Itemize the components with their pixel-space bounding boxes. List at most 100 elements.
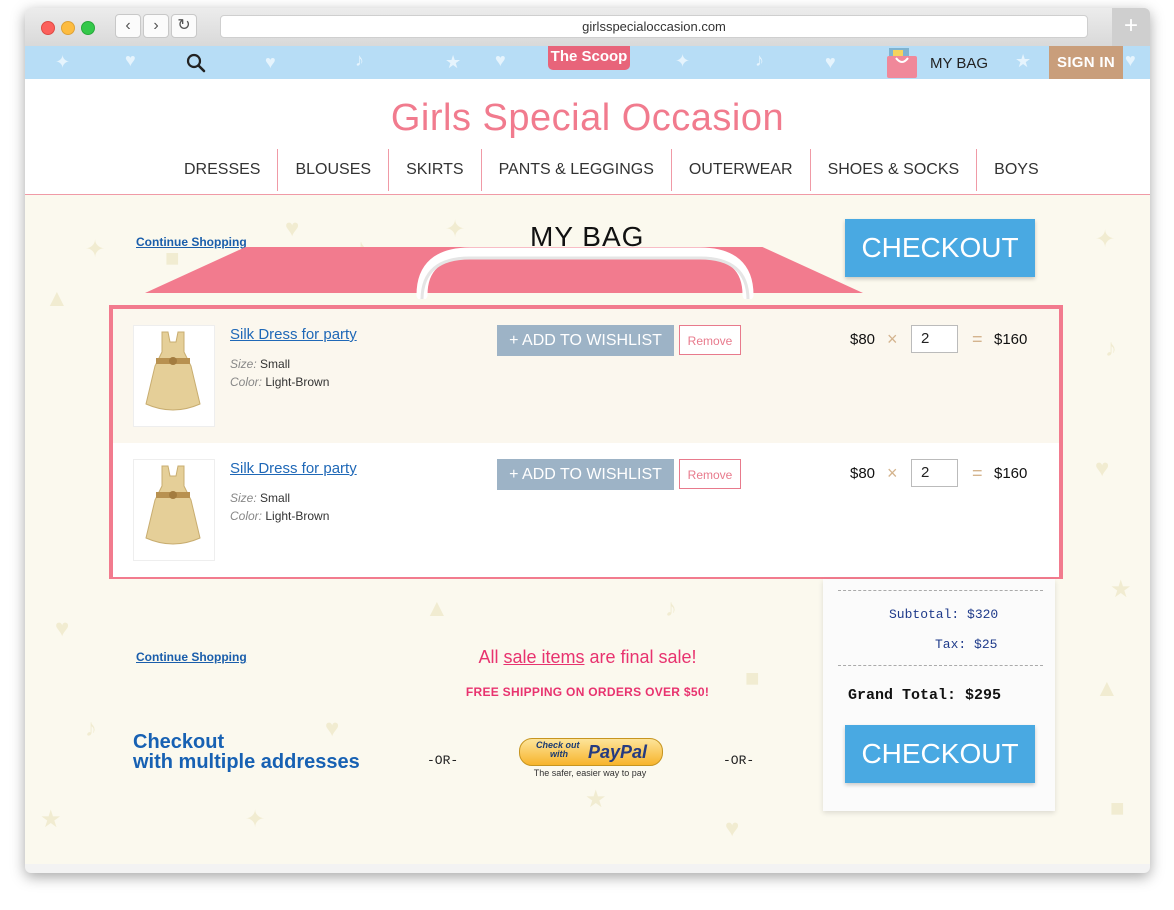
product-size: Size: Small [230, 491, 290, 505]
product-thumbnail[interactable] [133, 459, 215, 561]
dress-image-icon [145, 331, 201, 411]
site-logo[interactable]: Girls Special Occasion [25, 97, 1150, 140]
grand-total-label: Grand Total: [848, 687, 957, 704]
reload-icon[interactable]: ↻ [171, 14, 197, 38]
address-bar[interactable]: girlsspecialoccasion.com [220, 15, 1088, 38]
bag-handle-icon [416, 247, 754, 299]
tree-decoration-icon: ▲ [425, 595, 449, 622]
close-window-button[interactable] [41, 21, 55, 35]
checkout-button-top[interactable]: CHECKOUT [845, 219, 1035, 277]
confetti-decoration-icon: ✦ [245, 806, 266, 833]
paypal-pill: Check out with PayPal [519, 738, 663, 766]
paypal-tagline: The safer, easier way to pay [533, 768, 647, 778]
note-decoration-icon: ♪ [1105, 335, 1117, 362]
tax-row: Tax: $25 [935, 637, 997, 652]
remove-button[interactable]: Remove [679, 325, 741, 355]
sale-suffix: are final sale! [584, 647, 697, 667]
quantity-input[interactable]: 2 [911, 325, 958, 353]
nav-item-boys[interactable]: BOYS [976, 149, 1055, 191]
note-decoration-icon: ♪ [755, 50, 764, 70]
confetti-decoration-icon: ✦ [55, 52, 71, 72]
size-value: Small [260, 357, 291, 371]
shopping-bag-icon[interactable] [885, 48, 919, 78]
multiply-icon: × [887, 463, 898, 483]
equals-icon: = [972, 463, 983, 483]
order-summary-receipt: Subtotal: $320 Tax: $25 Grand Total: $29… [823, 579, 1055, 811]
the-scoop-link[interactable]: The Scoop [548, 46, 630, 70]
star-decoration-icon: ★ [1015, 51, 1032, 71]
back-icon[interactable]: ‹ [115, 14, 141, 38]
product-name-link[interactable]: Silk Dress for party [230, 460, 357, 477]
star-decoration-icon: ★ [40, 806, 62, 833]
star-decoration-icon: ★ [1110, 576, 1132, 603]
checkout-button-bottom[interactable]: CHECKOUT [845, 725, 1035, 783]
color-label: Color: [230, 375, 263, 389]
confetti-decoration-icon: ✦ [675, 51, 691, 71]
nav-item-pants-leggings[interactable]: PANTS & LEGGINGS [480, 149, 671, 191]
product-thumbnail[interactable] [133, 325, 215, 427]
search-icon[interactable] [186, 53, 206, 73]
product-name-link[interactable]: Silk Dress for party [230, 326, 357, 343]
cart-item-row: Silk Dress for party Size: Small Color: … [113, 443, 1059, 577]
main-navigation: DRESSES BLOUSES SKIRTS PANTS & LEGGINGS … [167, 149, 1056, 191]
receipt-divider [838, 590, 1043, 591]
star-decoration-icon: ★ [445, 52, 462, 72]
confetti-decoration-icon: ✦ [1095, 226, 1116, 253]
multiply-icon: × [887, 329, 898, 349]
site-header: Girls Special Occasion DRESSES BLOUSES S… [25, 79, 1150, 195]
multi-line-2: with multiple addresses [133, 751, 360, 773]
continue-shopping-link-top[interactable]: Continue Shopping [136, 235, 247, 249]
grand-total-row: Grand Total: $295 [848, 687, 1001, 704]
browser-window: ‹ › ↻ girlsspecialoccasion.com + ✦ ♥ ♥ ♪… [25, 8, 1150, 873]
remove-button[interactable]: Remove [679, 459, 741, 489]
cart-items-panel: Silk Dress for party Size: Small Color: … [109, 305, 1063, 579]
add-to-wishlist-button[interactable]: + ADD TO WISHLIST [497, 325, 674, 356]
paypal-checkout-button[interactable]: Check out with PayPal The safer, easier … [519, 738, 663, 778]
gift-decoration-icon: ■ [1110, 795, 1125, 822]
forward-icon[interactable]: › [143, 14, 169, 38]
my-bag-link[interactable]: MY BAG [930, 55, 988, 72]
size-label: Size: [230, 491, 257, 505]
cart-item-row: Silk Dress for party Size: Small Color: … [113, 309, 1059, 443]
sale-items-link[interactable]: sale items [503, 647, 584, 667]
note-decoration-icon: ♪ [665, 595, 677, 622]
bag-page-content: ▲ ✦ ♥ ♪ ★ ■ ♥ ♪ ✦ ♥ ▲ ★ ♪ ■ ♥ ✦ ♪ ♥ ★ ▲ … [25, 195, 1150, 864]
confetti-decoration-icon: ✦ [85, 236, 106, 263]
product-size: Size: Small [230, 357, 290, 371]
site-top-bar: ✦ ♥ ♥ ♪ ★ ♥ ✦ ♪ ♥ ★ ♥ The Scoop MY BAG S… [25, 46, 1150, 79]
minimize-window-button[interactable] [61, 21, 75, 35]
zoom-window-button[interactable] [81, 21, 95, 35]
tree-decoration-icon: ▲ [45, 285, 69, 312]
browser-toolbar: ‹ › ↻ girlsspecialoccasion.com + [25, 8, 1150, 47]
paypal-checkout-text: Check out with [536, 741, 580, 759]
or-separator: -OR- [723, 753, 755, 768]
note-decoration-icon: ♪ [355, 50, 364, 70]
heart-decoration-icon: ♥ [1125, 50, 1136, 70]
equals-icon: = [972, 329, 983, 349]
nav-item-dresses[interactable]: DRESSES [167, 149, 277, 191]
new-tab-icon[interactable]: + [1112, 8, 1150, 46]
sign-in-button[interactable]: SIGN IN [1049, 46, 1123, 79]
multi-line-1: Checkout [133, 731, 225, 753]
unit-price: $80 [850, 331, 876, 348]
checkout-multiple-addresses-link[interactable]: Checkout with multiple addresses [133, 732, 360, 772]
heart-decoration-icon: ♥ [495, 50, 506, 70]
or-separator: -OR- [427, 753, 459, 768]
receipt-divider [838, 665, 1043, 666]
line-total: $160 [994, 331, 1028, 348]
nav-item-skirts[interactable]: SKIRTS [388, 149, 481, 191]
paypal-with: with [550, 749, 568, 759]
heart-decoration-icon: ♥ [1095, 455, 1110, 482]
confetti-decoration-icon: ✦ [445, 216, 466, 243]
tax-label: Tax: [935, 637, 967, 652]
unit-price: $80 [850, 465, 876, 482]
add-to-wishlist-button[interactable]: + ADD TO WISHLIST [497, 459, 674, 490]
dress-image-icon [145, 465, 201, 545]
nav-item-shoes-socks[interactable]: SHOES & SOCKS [809, 149, 977, 191]
quantity-input[interactable]: 2 [911, 459, 958, 487]
size-label: Size: [230, 357, 257, 371]
line-total: $160 [994, 465, 1028, 482]
nav-item-blouses[interactable]: BLOUSES [277, 149, 388, 191]
heart-decoration-icon: ♥ [265, 52, 276, 72]
nav-item-outerwear[interactable]: OUTERWEAR [670, 149, 810, 191]
